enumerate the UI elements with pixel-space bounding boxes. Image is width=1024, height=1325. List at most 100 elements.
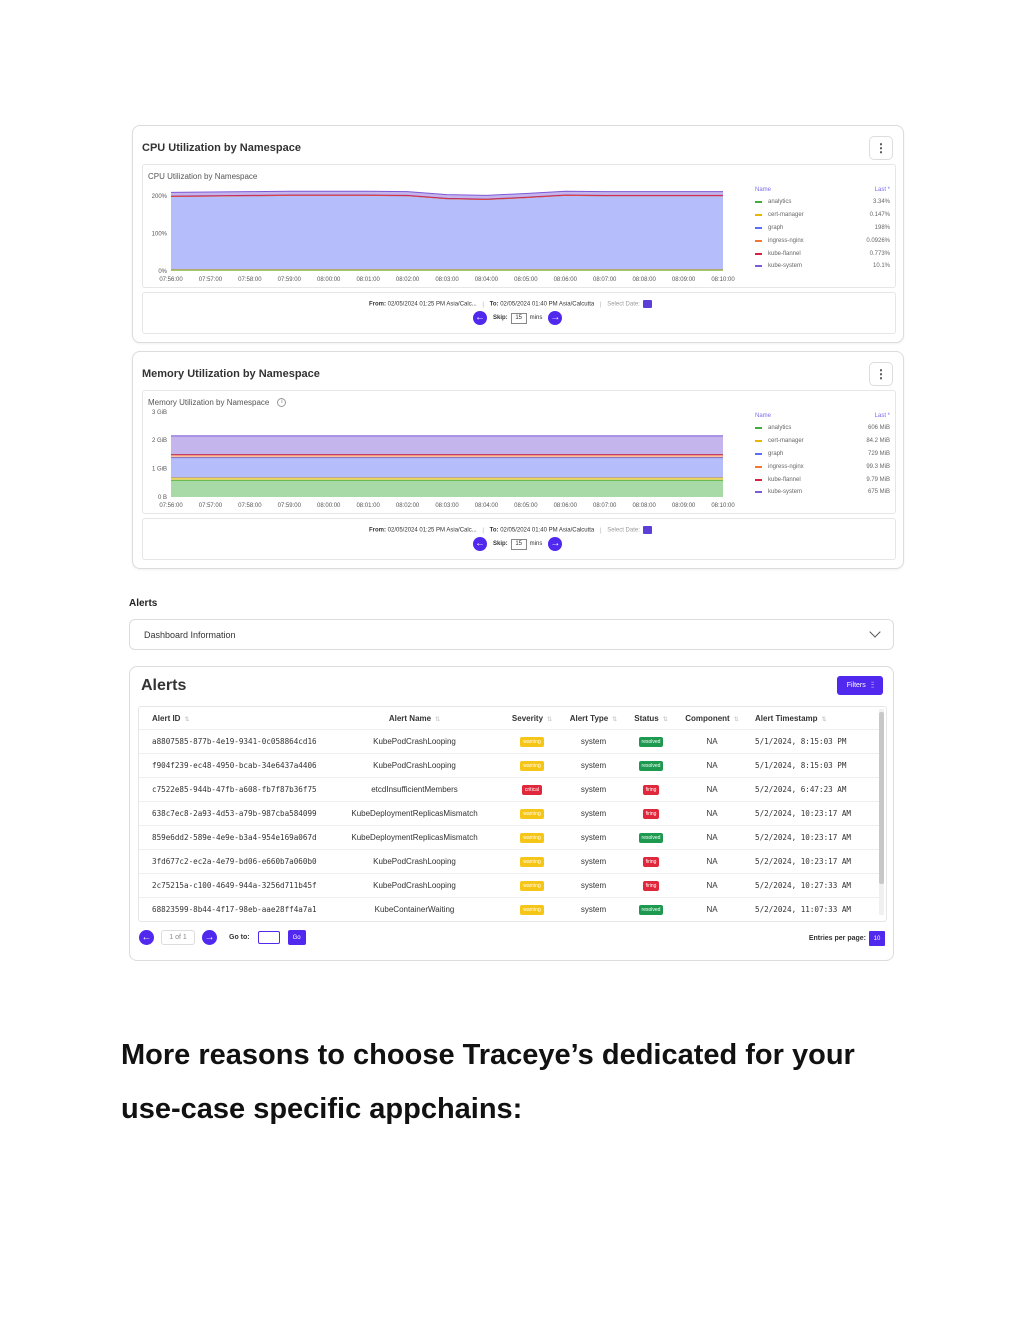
legend-swatch [755,201,762,204]
legend-last-value: 0.0926% [866,237,890,244]
memory-chart-legend: Name Last * analytics 606 MiB cert-manager 8… [755,413,890,499]
legend-item-ingress-nginx[interactable]: ingress-nginx 0.0926% [755,234,890,247]
memory-panel-menu-button[interactable]: ⋮ [869,362,893,386]
to-value[interactable]: 02/05/2024 01:40 PM Asia/Calcutta [500,528,594,534]
column-alert-name[interactable]: Alert Name ⇅ [327,707,502,730]
cell-component: NA [677,753,747,778]
severity-badge: warning [520,833,544,843]
cell-alert-name: KubeDeploymentReplicasMismatch [327,801,502,826]
next-page-button[interactable]: → [202,930,217,945]
table-row[interactable]: 2c75215a-c100-4649-944a-3256d711b45f Kube… [139,873,879,898]
legend-item-cert-manager[interactable]: cert-manager 0.147% [755,209,890,222]
legend-last-value: 3.34% [872,199,890,206]
filters-button[interactable]: Filters ⫶⫶ [837,676,883,695]
separator: | [482,301,484,308]
skip-input[interactable]: 15 [510,538,527,550]
legend-item-ingress-nginx[interactable]: ingress-nginx 99.3 MiB [755,460,890,473]
from-value[interactable]: 02/05/2024 01:25 PM Asia/Calc... [388,528,477,534]
legend-last-header[interactable]: Last * [875,413,890,419]
table-row[interactable]: 68823599-8b44-4f17-98eb-aae28ff4a7a1 Kube… [139,897,879,921]
goto-page-input[interactable] [257,931,280,944]
chevron-down-icon [869,626,881,638]
table-row[interactable]: f904f239-ec48-4950-bcab-34e6437a4406 Kube… [139,753,879,778]
alerts-section-label: Alerts [129,598,158,609]
x-tick-label: 08:00:00 [317,277,341,283]
memory-chart-plot: 0 B 1 GiB 2 GiB 3 GiB 07:56:00 07:57:00 07:58:… [152,410,735,509]
arrow-left-icon: ← [141,931,152,943]
go-button[interactable]: Go [287,930,306,945]
entries-per-page-select[interactable]: 10 [869,931,885,946]
table-row[interactable]: c7522e85-944b-47fb-a608-fb7f87b36f75 etcd… [139,777,879,802]
cell-alert-type: system [562,801,625,826]
legend-item-kube-system[interactable]: kube-system 10.1% [755,260,890,273]
legend-item-kube-flannel[interactable]: kube-flannel 9.79 MiB [755,473,890,486]
legend-name-header[interactable]: Name [755,187,771,193]
prev-page-button[interactable]: ← [139,930,154,945]
cell-severity: warning [502,753,562,778]
legend-series-name: ingress-nginx [768,463,804,470]
legend-last-header[interactable]: Last * [875,187,890,193]
legend-item-graph[interactable]: graph 198% [755,222,890,235]
legend-swatch [755,214,762,217]
legend-item-cert-manager[interactable]: cert-manager 84.2 MiB [755,435,890,448]
dashboard-information-accordion[interactable]: Dashboard Information [129,619,894,650]
x-tick-label: 08:04:00 [475,277,499,283]
legend-item-kube-system[interactable]: kube-system 675 MiB [755,486,890,499]
y-tick-label: 1 GiB [152,467,167,473]
legend-item-graph[interactable]: graph 729 MiB [755,448,890,461]
calendar-icon[interactable] [642,300,652,308]
status-badge: resolved [638,761,664,771]
table-scrollbar[interactable] [879,709,884,915]
legend-swatch [755,239,762,242]
cell-alert-id: 2c75215a-c100-4649-944a-3256d711b45f [139,873,327,898]
pagination: ← 1 of 1 → Go to: Go [139,930,306,945]
cpu-panel-menu-button[interactable]: ⋮ [869,136,893,160]
table-row[interactable]: 3fd677c2-ec2a-4e79-bd06-e660b7a060b0 Kube… [139,849,879,874]
legend-swatch [755,226,762,229]
legend-swatch [755,452,762,455]
cell-alert-type: system [562,777,625,802]
x-tick-label: 08:01:00 [356,503,380,509]
column-component[interactable]: Component ⇅ [677,707,747,730]
x-tick-label: 08:03:00 [435,503,459,509]
status-badge: firing [642,881,660,891]
table-row[interactable]: 638c7ec8-2a93-4d53-a79b-987cba584099 Kube… [139,801,879,826]
skip-unit: mins [529,315,543,321]
calendar-icon[interactable] [642,526,652,534]
skip-forward-button[interactable]: → [548,537,563,551]
skip-back-button[interactable]: ← [473,537,487,551]
from-label: From: [369,301,386,308]
y-tick-label: 200% [152,194,168,200]
sort-icon: ⇅ [821,716,827,723]
table-row[interactable]: 859e6dd2-589e-4e9e-b3a4-954e169a067d Kube… [139,825,879,850]
skip-input[interactable]: 15 [510,312,527,324]
y-tick-label: 0 B [158,495,167,501]
skip-forward-button[interactable]: → [548,311,563,325]
column-alert-type[interactable]: Alert Type ⇅ [562,707,625,730]
x-tick-label: 07:56:00 [159,503,183,509]
arrow-right-icon: → [550,538,561,549]
scrollbar-thumb[interactable] [879,712,884,884]
skip-back-button[interactable]: ← [473,311,487,325]
legend-item-kube-flannel[interactable]: kube-flannel 0.773% [755,247,890,260]
cell-alert-id: 859e6dd2-589e-4e9e-b3a4-954e169a067d [139,825,327,850]
select-date-label: Select Date: [607,527,640,534]
from-value[interactable]: 02/05/2024 01:25 PM Asia/Calc... [388,302,477,308]
column-alert-id[interactable]: Alert ID ⇅ [139,707,327,730]
column-status[interactable]: Status ⇅ [625,707,677,730]
legend-swatch [755,265,762,268]
cell-alert-type: system [562,873,625,898]
column-alert-timestamp[interactable]: Alert Timestamp ⇅ [747,707,879,730]
legend-series-name: analytics [768,425,792,432]
legend-name-header[interactable]: Name [755,413,771,419]
x-tick-label: 08:00:00 [317,503,341,509]
cpu-panel-title: CPU Utilization by Namespace [142,142,301,154]
to-value[interactable]: 02/05/2024 01:40 PM Asia/Calcutta [500,302,594,308]
x-tick-label: 08:06:00 [554,277,578,283]
table-row[interactable]: a8807585-877b-4e19-9341-0c058864cd16 Kube… [139,729,879,754]
legend-series-name: graph [768,224,784,231]
series-area-graph [171,457,723,478]
legend-item-analytics[interactable]: analytics 3.34% [755,196,890,209]
column-severity[interactable]: Severity ⇅ [502,707,562,730]
legend-item-analytics[interactable]: analytics 606 MiB [755,422,890,435]
